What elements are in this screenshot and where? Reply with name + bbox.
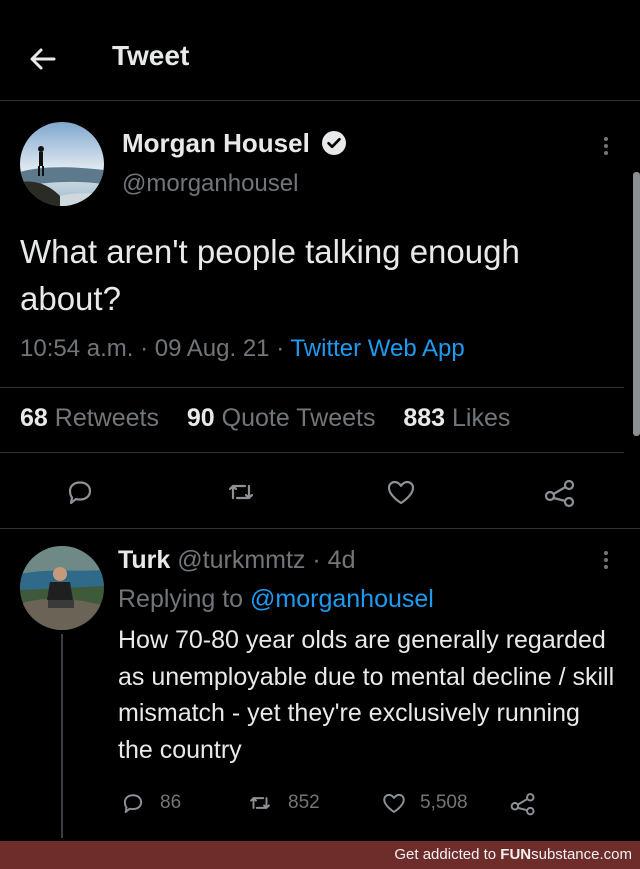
scrollbar[interactable] [633, 172, 640, 436]
retweets-stat[interactable]: 68 Retweets [20, 404, 159, 432]
tweet-source[interactable]: Twitter Web App [290, 335, 464, 362]
divider [0, 528, 640, 529]
reply-button[interactable] [64, 476, 96, 508]
author-avatar[interactable] [20, 122, 104, 206]
reply-reply-button[interactable]: 86 [120, 789, 190, 817]
reply-text: How 70-80 year olds are generally regard… [118, 626, 615, 764]
retweet-button[interactable] [224, 476, 258, 508]
retweet-icon [228, 484, 254, 500]
like-button[interactable] [384, 476, 418, 508]
replying-to: Replying to @morganhousel [118, 585, 434, 613]
reply-like-button[interactable]: 5,508 [380, 789, 480, 817]
heart-icon [387, 480, 415, 505]
reply-author-avatar[interactable] [20, 546, 104, 630]
verified-badge-icon [322, 131, 347, 155]
replying-to-handle[interactable]: @morganhousel [250, 585, 434, 613]
author-handle[interactable]: @morganhousel [122, 170, 298, 198]
reply-icon [123, 794, 143, 813]
share-icon [544, 479, 575, 508]
more-vertical-icon [604, 551, 608, 569]
tweet-text: What aren't people talking enough about? [20, 233, 520, 317]
retweet-icon [250, 797, 270, 809]
heart-icon [383, 793, 405, 813]
divider [0, 452, 624, 453]
like-count: 5,508 [420, 792, 468, 813]
reply-author-name[interactable]: Turk [118, 546, 170, 574]
watermark-text: Get addicted to FUNsubstance.com [394, 846, 632, 863]
author-name[interactable]: Morgan Housel [122, 128, 310, 158]
reply-count: 86 [160, 792, 182, 813]
reply-retweet-button[interactable]: 852 [246, 789, 330, 817]
reply-more-options-button[interactable] [598, 546, 614, 576]
back-arrow-icon [30, 48, 56, 70]
share-icon [510, 793, 535, 816]
back-button[interactable] [26, 42, 60, 76]
thread-line [61, 634, 63, 838]
retweet-count: 852 [288, 792, 320, 813]
reply-author-handle[interactable]: @turkmmtz [177, 546, 305, 574]
reply-icon [68, 481, 92, 505]
reply-share-button[interactable] [508, 789, 538, 817]
likes-stat[interactable]: 883 Likes [403, 404, 510, 432]
more-options-button[interactable] [598, 132, 614, 162]
page-title: Tweet [112, 40, 190, 71]
tweet-stats: 68 Retweets 90 Quote Tweets 883 Likes [20, 404, 510, 433]
reply-header: Turk @turkmmtz · 4d [118, 546, 356, 574]
quotes-stat[interactable]: 90 Quote Tweets [187, 404, 376, 432]
more-vertical-icon [604, 137, 608, 155]
tweet-time[interactable]: 10:54 a.m. [20, 335, 133, 362]
author-name-row[interactable]: Morgan Housel [122, 128, 347, 159]
reply-age[interactable]: 4d [328, 546, 356, 574]
divider [0, 387, 624, 388]
tweet-date[interactable]: 09 Aug. 21 [155, 335, 270, 362]
tweet-meta: 10:54 a.m. · 09 Aug. 21 · Twitter Web Ap… [20, 335, 465, 362]
header-divider [0, 100, 640, 101]
share-button[interactable] [542, 476, 578, 508]
watermark-banner: Get addicted to FUNsubstance.com [0, 841, 640, 869]
